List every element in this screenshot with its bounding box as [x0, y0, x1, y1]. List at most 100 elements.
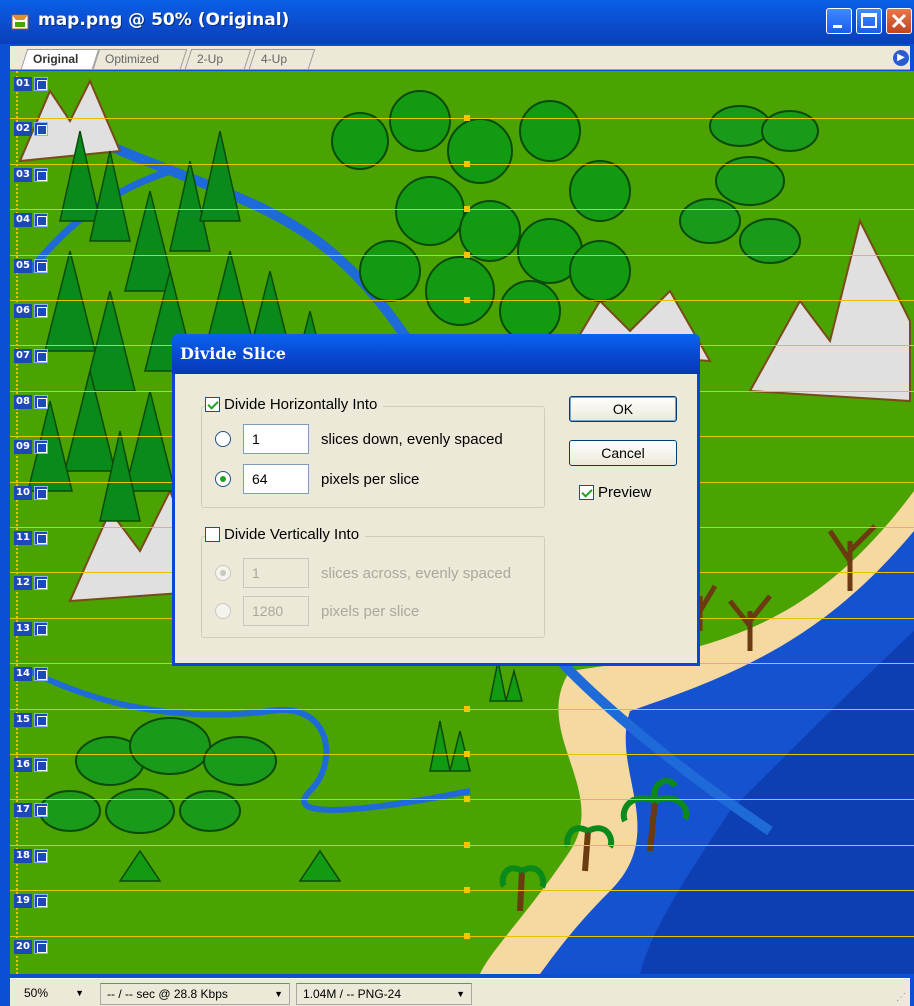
panel-menu-button[interactable]: ▶ — [893, 50, 909, 66]
slice-boundary-line[interactable] — [10, 709, 914, 710]
slice-edge-marker — [16, 71, 18, 974]
dialog-title: Divide Slice — [180, 344, 286, 363]
slice-handle[interactable] — [464, 751, 470, 757]
slice-boundary-line[interactable] — [10, 118, 914, 119]
pixels-per-slice-input[interactable]: 64 — [243, 464, 309, 494]
cancel-button[interactable]: Cancel — [569, 440, 677, 466]
slice-badge[interactable]: 12 — [14, 576, 48, 590]
divide-slice-dialog: Divide Slice Divide Horizontally Into 1 … — [172, 334, 700, 666]
slice-badge[interactable]: 05 — [14, 259, 48, 273]
slice-badge[interactable]: 03 — [14, 168, 48, 182]
tab-original[interactable]: Original — [20, 49, 100, 69]
slice-number: 19 — [14, 894, 32, 908]
image-slice-icon — [33, 395, 48, 409]
close-icon — [891, 13, 907, 29]
slice-handle[interactable] — [464, 161, 470, 167]
slice-handle[interactable] — [464, 252, 470, 258]
slice-handle[interactable] — [464, 706, 470, 712]
slice-boundary-line[interactable] — [10, 890, 914, 891]
slice-handle[interactable] — [464, 842, 470, 848]
slice-badge[interactable]: 11 — [14, 531, 48, 545]
image-slice-icon — [33, 940, 48, 954]
image-slice-icon — [33, 803, 48, 817]
slice-boundary-line[interactable] — [10, 209, 914, 210]
slice-badge[interactable]: 04 — [14, 213, 48, 227]
slice-boundary-line[interactable] — [10, 300, 914, 301]
slice-number: 02 — [14, 122, 32, 136]
tab-label: 2-Up — [197, 52, 224, 66]
tab-optimized[interactable]: Optimized — [92, 49, 188, 69]
slice-boundary-line[interactable] — [10, 936, 914, 937]
document-icon — [11, 14, 29, 30]
slice-badge[interactable]: 10 — [14, 486, 48, 500]
slice-boundary-line[interactable] — [10, 754, 914, 755]
slice-number: 03 — [14, 168, 32, 182]
slice-handle[interactable] — [464, 206, 470, 212]
slice-number: 17 — [14, 803, 32, 817]
divide-horizontally-checkbox[interactable]: Divide Horizontally Into — [205, 396, 384, 413]
play-arrow-icon: ▶ — [897, 52, 905, 63]
vertical-slices-row: 1 slices across, evenly spaced — [215, 558, 511, 588]
slice-badge[interactable]: 15 — [14, 713, 48, 727]
preview-checkbox[interactable]: Preview — [579, 484, 651, 501]
slice-badge[interactable]: 02 — [14, 122, 48, 136]
slice-badge[interactable]: 17 — [14, 803, 48, 817]
tab-4-up[interactable]: 4-Up — [248, 49, 316, 69]
slice-boundary-line[interactable] — [10, 799, 914, 800]
slice-number: 20 — [14, 940, 32, 954]
slice-boundary-line[interactable] — [10, 164, 914, 165]
vertical-pixels-radio[interactable] — [215, 603, 231, 619]
slice-badge[interactable]: 06 — [14, 304, 48, 318]
window-titlebar[interactable]: map.png @ 50% (Original) — [0, 0, 914, 44]
slice-number: 09 — [14, 440, 32, 454]
image-slice-icon — [33, 894, 48, 908]
slices-across-input[interactable]: 1 — [243, 558, 309, 588]
slice-badge[interactable]: 13 — [14, 622, 48, 636]
file-size-select[interactable]: 1.04M / -- PNG-24 ▼ — [296, 983, 472, 1005]
minimize-button[interactable] — [826, 8, 852, 34]
slices-across-radio[interactable] — [215, 565, 231, 581]
slice-handle[interactable] — [464, 115, 470, 121]
dialog-titlebar[interactable]: Divide Slice — [172, 334, 700, 374]
maximize-button[interactable] — [856, 8, 882, 34]
slice-badge[interactable]: 09 — [14, 440, 48, 454]
slice-boundary-line[interactable] — [10, 845, 914, 846]
slice-badge[interactable]: 07 — [14, 349, 48, 363]
image-slice-icon — [33, 622, 48, 636]
slice-boundary-line[interactable] — [10, 255, 914, 256]
pixels-per-slice-radio[interactable] — [215, 471, 231, 487]
resize-grip-icon[interactable]: ⋰ — [896, 992, 908, 1004]
status-bar: 50% ▼ -- / -- sec @ 28.8 Kbps ▼ 1.04M / … — [10, 978, 910, 1006]
ok-button[interactable]: OK — [569, 396, 677, 422]
slice-badge[interactable]: 20 — [14, 940, 48, 954]
slice-badge[interactable]: 08 — [14, 395, 48, 409]
image-slice-icon — [33, 667, 48, 681]
pixels-per-slice-label: pixels per slice — [321, 470, 420, 488]
slice-number: 11 — [14, 531, 32, 545]
slice-handle[interactable] — [464, 933, 470, 939]
slice-badge[interactable]: 19 — [14, 894, 48, 908]
slice-badge[interactable]: 14 — [14, 667, 48, 681]
divide-vertically-checkbox[interactable]: Divide Vertically Into — [205, 526, 366, 543]
slice-handle[interactable] — [464, 796, 470, 802]
slice-handle[interactable] — [464, 297, 470, 303]
slice-badge[interactable]: 01 — [14, 77, 48, 91]
download-speed-select[interactable]: -- / -- sec @ 28.8 Kbps ▼ — [100, 983, 290, 1005]
slice-number: 15 — [14, 713, 32, 727]
slice-number: 10 — [14, 486, 32, 500]
tab-2-up[interactable]: 2-Up — [184, 49, 252, 69]
slice-badge[interactable]: 16 — [14, 758, 48, 772]
slice-number: 05 — [14, 259, 32, 273]
slice-handle[interactable] — [464, 887, 470, 893]
slices-down-input[interactable]: 1 — [243, 424, 309, 454]
minimize-icon — [833, 25, 842, 28]
zoom-select[interactable]: 50% ▼ — [18, 983, 90, 1005]
image-slice-icon — [33, 168, 48, 182]
vertical-pixels-input[interactable]: 1280 — [243, 596, 309, 626]
slice-badge[interactable]: 18 — [14, 849, 48, 863]
download-speed-value: -- / -- sec @ 28.8 Kbps — [107, 987, 228, 1001]
close-button[interactable] — [886, 8, 912, 34]
slices-down-radio[interactable] — [215, 431, 231, 447]
slice-number: 16 — [14, 758, 32, 772]
image-slice-icon — [33, 304, 48, 318]
